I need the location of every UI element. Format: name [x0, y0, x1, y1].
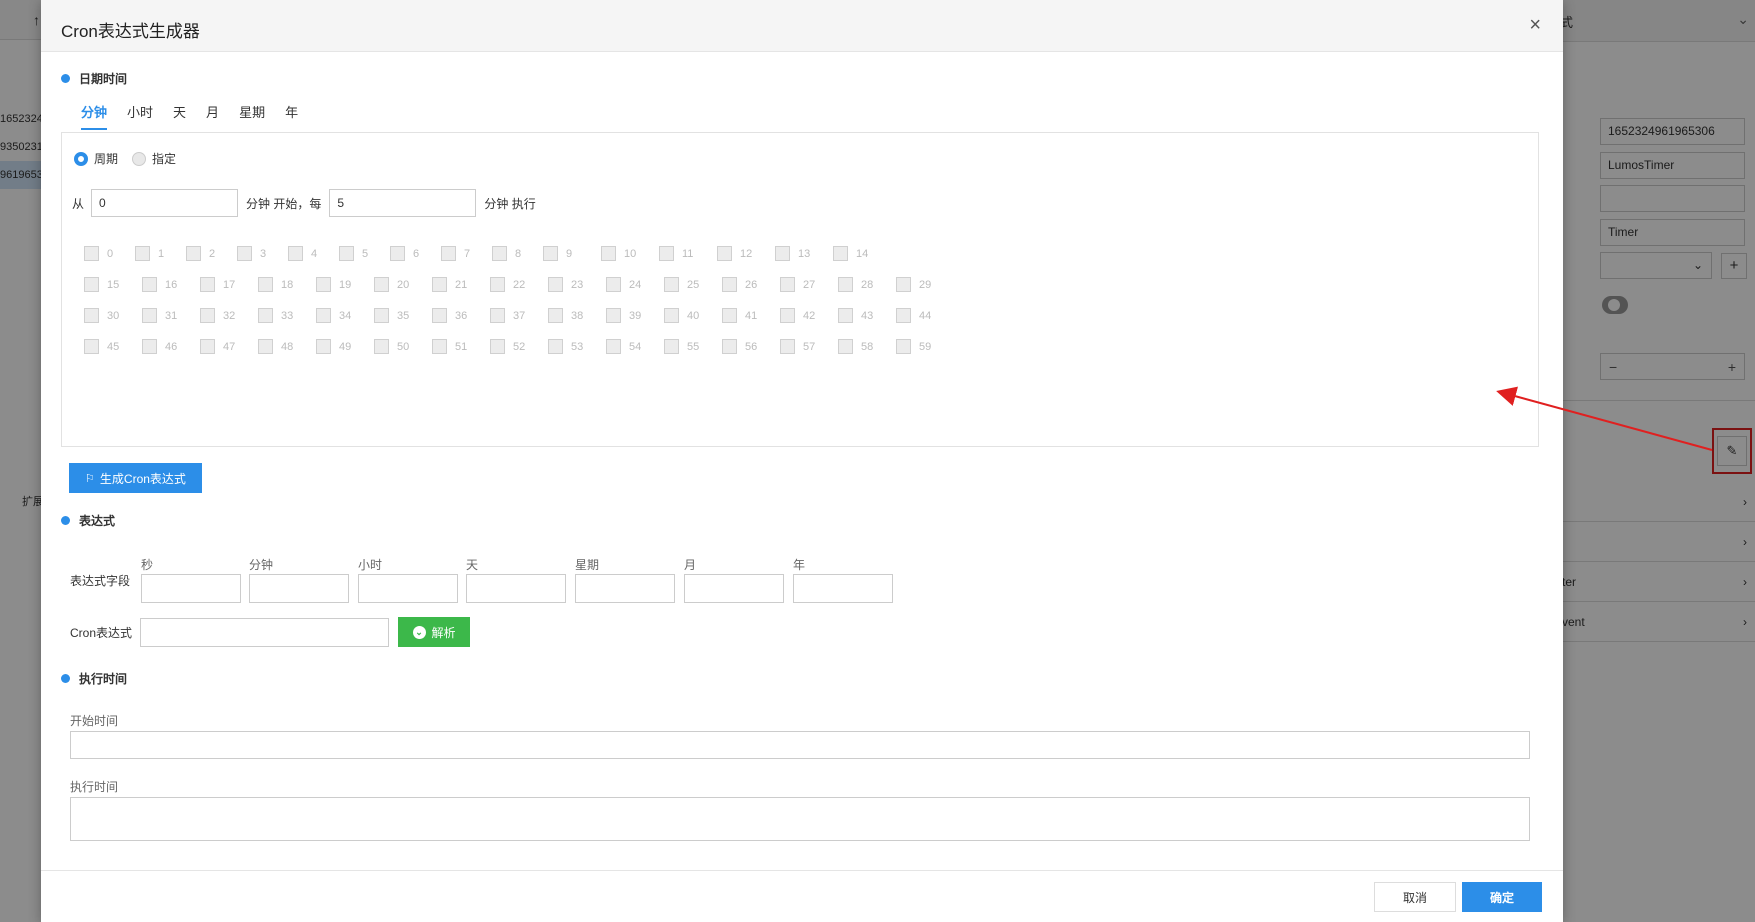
annotation-arrow	[1496, 386, 1713, 451]
